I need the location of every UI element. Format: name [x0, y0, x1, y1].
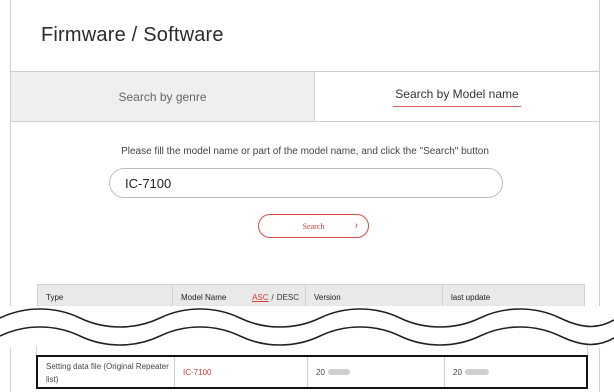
- tab-genre-label: Search by genre: [118, 89, 207, 104]
- chevron-right-icon: ›: [354, 220, 358, 231]
- row-type: Setting data file (Original Repeater lis…: [46, 362, 169, 384]
- table-continuation: [36, 346, 588, 355]
- highlighted-table-row[interactable]: Setting data file (Original Repeater lis…: [36, 355, 588, 389]
- redacted-mark: [464, 369, 489, 375]
- search-button-label: Search: [302, 221, 325, 231]
- tabs-divider: [11, 121, 599, 122]
- page-break-indicator: [0, 306, 614, 348]
- row-model-link[interactable]: IC-7100: [174, 357, 307, 387]
- tab-model-label: Search by Model name: [393, 87, 522, 107]
- sort-separator: /: [271, 292, 274, 302]
- row-last-update-text: 20: [453, 367, 462, 377]
- search-button[interactable]: Search ›: [258, 214, 369, 238]
- model-search-input[interactable]: [109, 168, 503, 198]
- sort-asc-link[interactable]: ASC: [252, 293, 268, 302]
- tab-search-by-genre[interactable]: Search by genre: [11, 72, 315, 121]
- page-title: Firmware / Software: [41, 24, 224, 46]
- row-model-text: IC-7100: [183, 367, 212, 377]
- row-last-update: 20: [444, 357, 586, 387]
- wavy-break-icon: [0, 308, 614, 346]
- search-instruction: Please fill the model name or part of th…: [121, 146, 489, 157]
- redacted-mark: [327, 369, 350, 375]
- row-version-text: 20: [316, 367, 325, 377]
- sort-desc-link[interactable]: DESC: [277, 293, 299, 302]
- tab-search-by-model[interactable]: Search by Model name: [315, 72, 599, 121]
- row-version: 20: [307, 357, 444, 387]
- search-mode-tabs: Search by genre Search by Model name: [11, 72, 599, 121]
- header-model-label: Model Name: [181, 292, 227, 302]
